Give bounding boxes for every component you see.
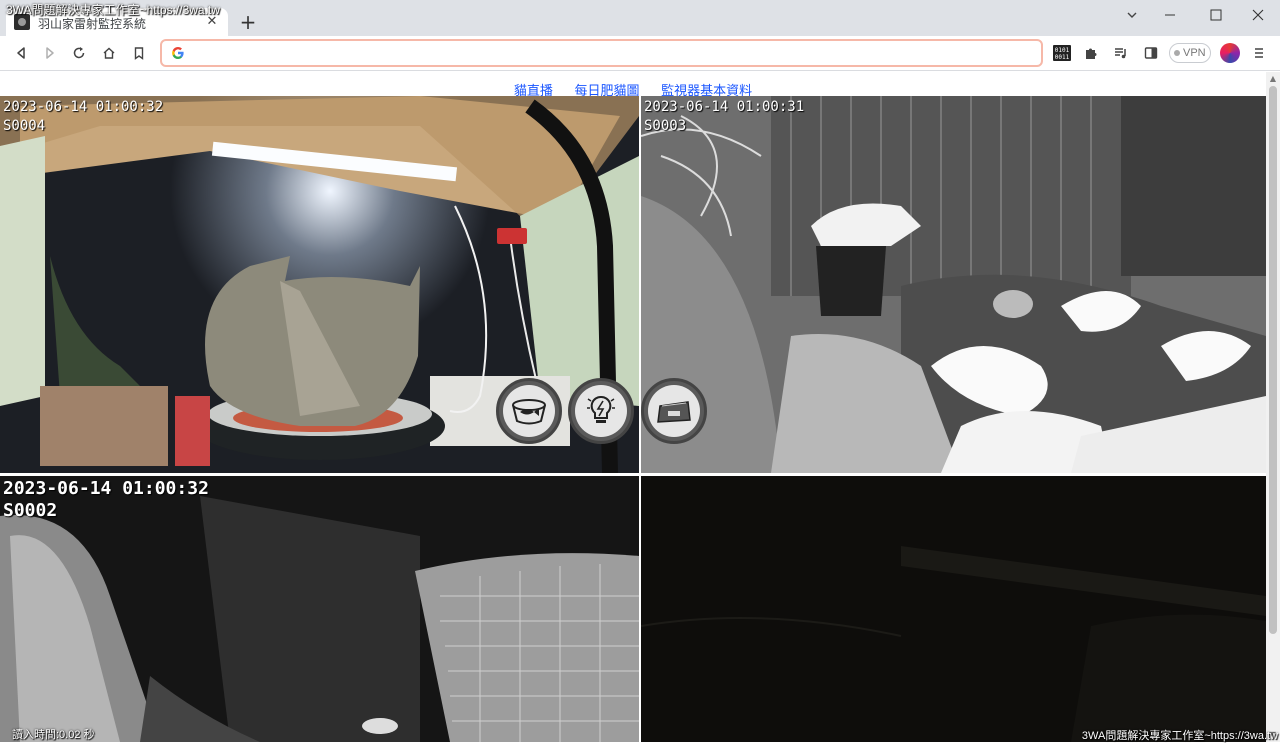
camera-1-code: S0004 — [3, 118, 46, 134]
close-icon — [1252, 9, 1264, 21]
scroll-up-arrow-icon[interactable]: ▲ — [1266, 72, 1280, 86]
camera-3-timestamp: 2023-06-14 01:00:32 — [3, 478, 209, 499]
page-content: 貓直播 每日肥貓圖 監視器基本資料 2023-06-14 01:00:32 S0… — [0, 72, 1266, 742]
google-icon — [172, 46, 184, 59]
scale-button[interactable] — [641, 378, 707, 444]
close-window-button[interactable] — [1244, 4, 1272, 26]
profile-avatar[interactable] — [1220, 43, 1240, 63]
camera-2-code: S0003 — [644, 118, 687, 134]
scale-icon — [657, 401, 691, 423]
camera-2-timestamp: 2023-06-14 01:00:31 — [644, 99, 805, 115]
new-tab-button[interactable]: + — [236, 10, 260, 34]
bookmark-icon — [134, 47, 144, 60]
bookmark-button[interactable] — [126, 40, 152, 66]
playlist-icon — [1115, 48, 1126, 59]
minimize-icon — [1165, 14, 1175, 16]
window-label: 3WA問題解決專家工作室~https://3wa.tw — [6, 3, 220, 17]
tab-search-button[interactable] — [1118, 4, 1146, 26]
back-button[interactable] — [8, 40, 34, 66]
minimize-button[interactable] — [1156, 4, 1184, 26]
hamburger-menu-icon — [1255, 48, 1263, 58]
camera-1-timestamp: 2023-06-14 01:00:32 — [3, 99, 164, 115]
reload-icon — [73, 47, 85, 59]
side-panel-icon — [1144, 47, 1158, 59]
home-button[interactable] — [96, 40, 122, 66]
menu-button[interactable] — [1246, 40, 1272, 66]
address-bar[interactable] — [160, 39, 1043, 67]
camera-3-code: S0002 — [3, 500, 58, 521]
feeder-bowl-icon — [512, 399, 546, 425]
chevron-down-icon — [1127, 12, 1137, 18]
home-icon — [103, 47, 115, 59]
binary-icon: 0101 0011 — [1053, 45, 1071, 61]
scroll-thumb[interactable] — [1269, 86, 1277, 634]
camera-feed-2[interactable]: 2023-06-14 01:00:31 S0003 — [641, 96, 1266, 473]
camera-feed-4[interactable] — [641, 476, 1266, 742]
page-scrollbar[interactable]: ▲ ▼ — [1266, 72, 1280, 742]
svg-text:0011: 0011 — [1055, 54, 1070, 61]
forward-arrow-icon — [46, 47, 54, 59]
maximize-icon — [1210, 9, 1222, 21]
side-panel-button[interactable] — [1138, 40, 1164, 66]
svg-text:0101: 0101 — [1055, 47, 1070, 54]
camera-3-overlay: 2023-06-14 01:00:32 S0002 — [3, 478, 209, 522]
forward-button[interactable] — [37, 40, 63, 66]
media-controls-button[interactable] — [1108, 40, 1134, 66]
binary-extension-button[interactable]: 0101 0011 — [1049, 40, 1075, 66]
camera-2-overlay: 2023-06-14 01:00:31 S0003 — [644, 98, 804, 136]
load-time-status: 讀入時間:0.02 秒 — [12, 729, 95, 741]
camera-feed-3[interactable]: 2023-06-14 01:00:32 S0002 — [0, 476, 639, 742]
extensions-button[interactable] — [1078, 40, 1104, 66]
camera-image-4 — [641, 476, 1266, 742]
back-arrow-icon — [17, 47, 25, 59]
maximize-button[interactable] — [1202, 4, 1230, 26]
watermark-text: 3WA問題解決專家工作室~https://3wa.tw — [1081, 730, 1278, 742]
browser-toolbar: 0101 0011 VPN — [0, 36, 1280, 71]
light-button[interactable] — [568, 378, 634, 444]
puzzle-icon — [1086, 48, 1097, 59]
light-bulb-icon — [587, 395, 615, 423]
reload-button[interactable] — [66, 40, 92, 66]
vpn-button[interactable]: VPN — [1169, 43, 1211, 63]
feeder-button[interactable] — [496, 378, 562, 444]
camera-1-overlay: 2023-06-14 01:00:32 S0004 — [3, 98, 163, 136]
camera-image-2 — [641, 96, 1266, 473]
